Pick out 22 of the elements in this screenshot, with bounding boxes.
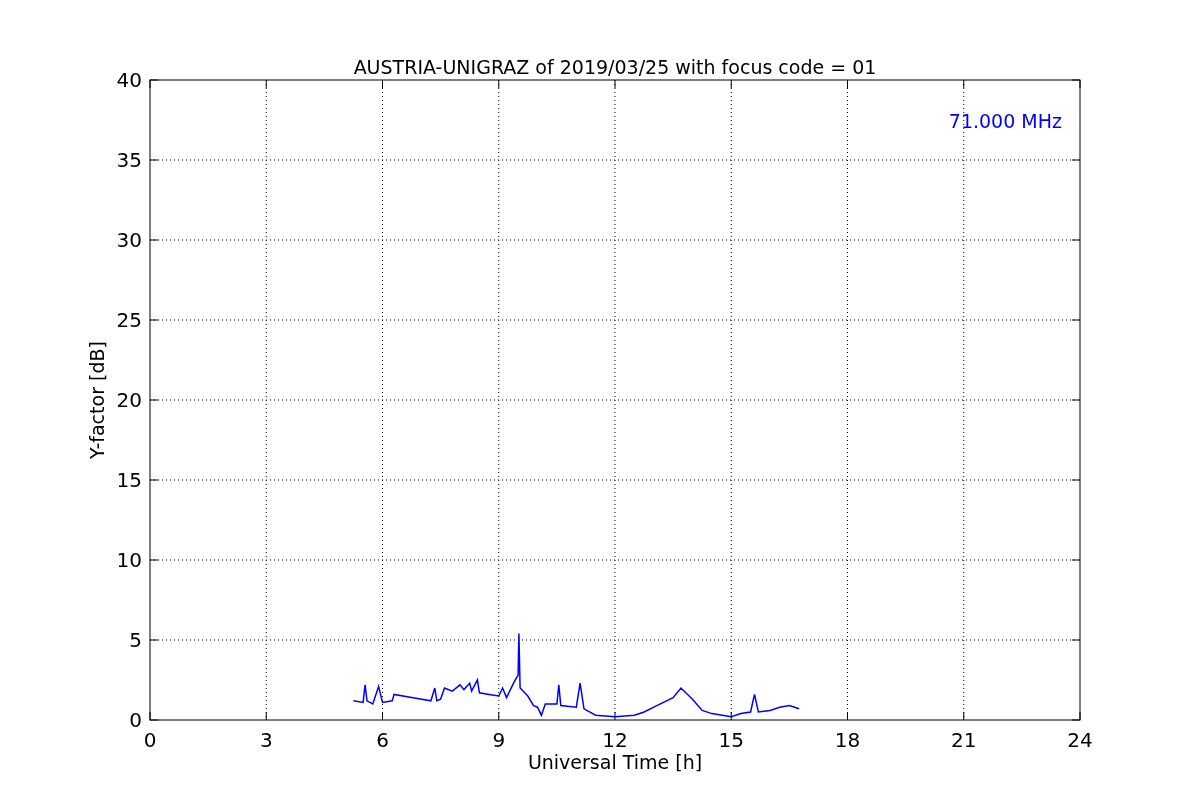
x-tick-label: 3 <box>259 728 273 752</box>
x-tick-label: 6 <box>376 728 389 752</box>
x-tick-label: 18 <box>834 728 861 752</box>
x-tick-label: 9 <box>492 728 506 752</box>
y-tick-label: 0 <box>129 708 142 732</box>
y-axis-label: Y-factor [dB] <box>86 341 108 459</box>
x-tick-label: 15 <box>718 728 744 752</box>
x-tick-label: 21 <box>951 728 977 752</box>
y-tick-label: 30 <box>116 228 142 252</box>
y-tick-label: 40 <box>116 68 142 92</box>
y-tick-label: 20 <box>116 388 142 412</box>
x-tick-label: 12 <box>602 728 628 752</box>
y-tick-label: 35 <box>116 148 142 172</box>
series-label: 71.000 MHz <box>948 110 1062 132</box>
y-tick-label: 10 <box>116 548 142 572</box>
chart-title: AUSTRIA-UNIGRAZ of 2019/03/25 with focus code = 01 <box>353 56 877 78</box>
x-axis-label: Universal Time [h] <box>527 751 703 773</box>
y-tick-label: 15 <box>116 468 142 492</box>
x-tick-label: 24 <box>1067 728 1093 752</box>
y-tick-label: 25 <box>116 308 142 332</box>
y-tick-label: 5 <box>129 628 142 652</box>
x-tick-label: 0 <box>143 728 157 752</box>
